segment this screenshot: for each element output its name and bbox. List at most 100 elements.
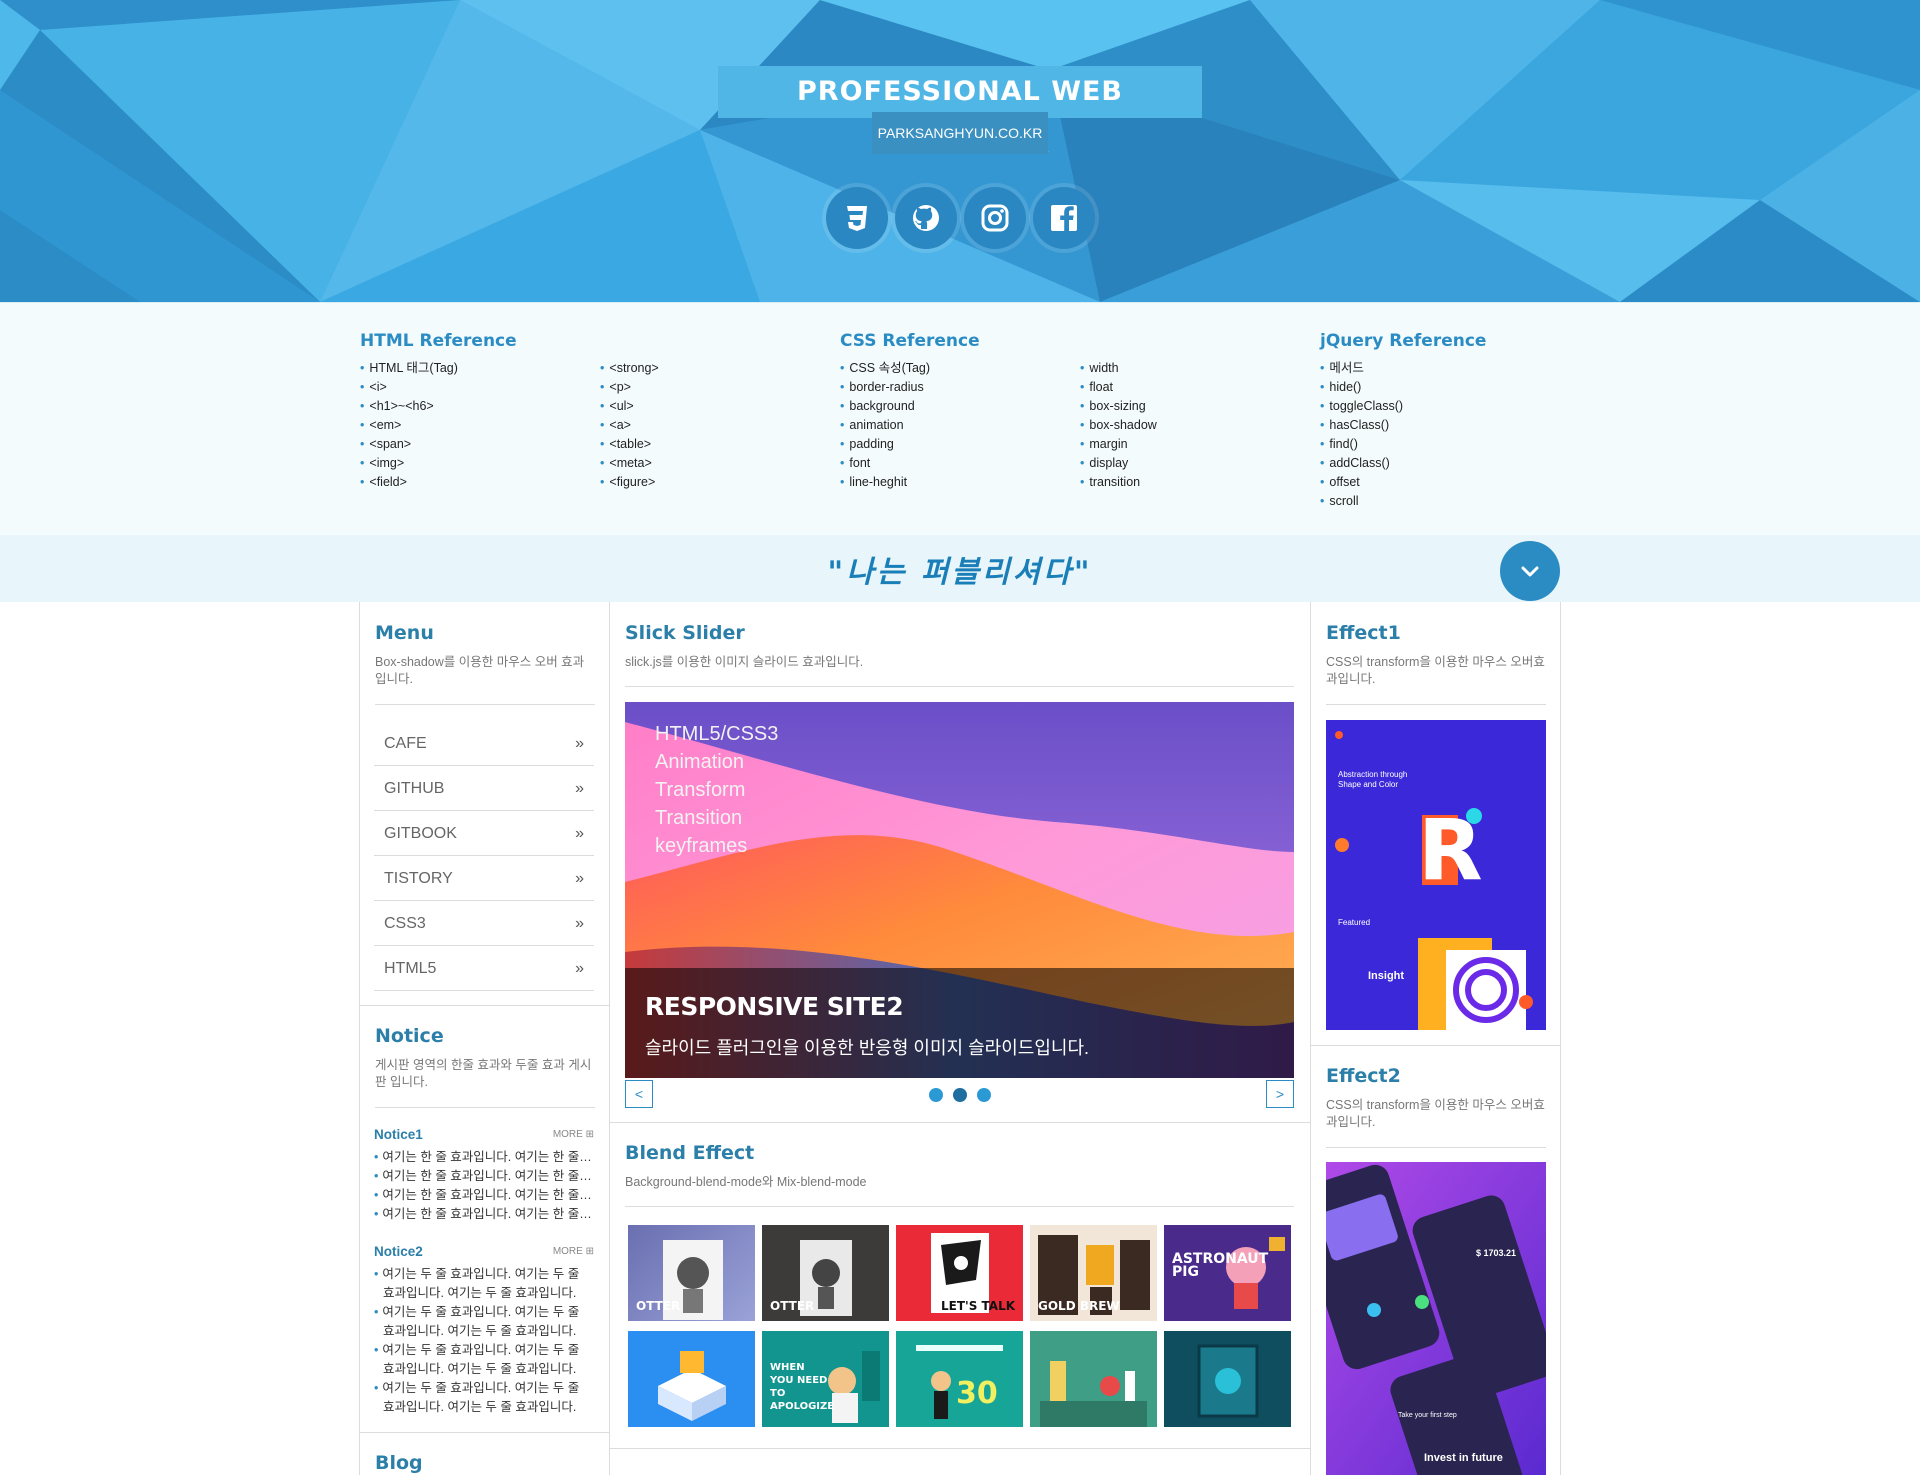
ref-item[interactable]: <em> <box>360 416 458 435</box>
slider-prev-button[interactable]: < <box>625 1080 653 1108</box>
image-slider[interactable]: HTML5/CSS3 Animation Transform Transitio… <box>625 702 1294 1078</box>
menu-item-tistory[interactable]: TISTORY » <box>374 856 594 901</box>
css3-icon[interactable] <box>826 187 888 249</box>
notice-item[interactable]: 여기는 한 줄 효과입니다. 여기는 한 줄 효과입니다. <box>374 1205 592 1224</box>
ref-item[interactable]: font <box>840 454 930 473</box>
ref-item[interactable]: <field> <box>360 473 458 492</box>
notice1-list: 여기는 한 줄 효과입니다. 여기는 한 줄 효과입니다. 여기는 한 줄 효과… <box>374 1148 592 1224</box>
slider-dot[interactable] <box>929 1088 943 1102</box>
ref-item[interactable]: HTML 태그(Tag) <box>360 359 458 378</box>
menu-item-gitbook[interactable]: GITBOOK » <box>374 811 594 856</box>
ref-item[interactable]: border-radius <box>840 378 930 397</box>
notice2-title[interactable]: Notice2 <box>374 1244 423 1259</box>
ref-item[interactable]: toggleClass() <box>1320 397 1403 416</box>
jquery-reference-list: 메서드 hide() toggleClass() hasClass() find… <box>1320 359 1403 511</box>
ref-item[interactable]: 메서드 <box>1320 359 1403 378</box>
blend-thumb-label: LET'S TALK <box>941 1299 1016 1313</box>
slider-dot-active[interactable] <box>953 1088 967 1102</box>
blend-thumb[interactable]: LET'S TALK <box>896 1225 1023 1321</box>
ref-item[interactable]: background <box>840 397 930 416</box>
ref-item[interactable]: <p> <box>600 378 659 397</box>
ref-item[interactable]: hide() <box>1320 378 1403 397</box>
chevron-down-icon <box>1521 566 1539 577</box>
ref-item[interactable]: padding <box>840 435 930 454</box>
slider-desc: slick.js를 이용한 이미지 슬라이드 효과입니다. <box>625 655 864 669</box>
blend-thumb[interactable]: 30 <box>896 1331 1023 1427</box>
effect1-image[interactable]: Abstraction through Shape and Color Feat… <box>1326 720 1546 1030</box>
effect1-img-featured: Featured <box>1338 918 1371 927</box>
ref-item[interactable]: display <box>1080 454 1157 473</box>
menu-item-html5[interactable]: HTML5 » <box>374 946 594 991</box>
ref-item[interactable]: addClass() <box>1320 454 1403 473</box>
blend-thumb[interactable] <box>1164 1331 1291 1427</box>
notice-item[interactable]: 여기는 두 줄 효과입니다. 여기는 두 줄 효과입니다. 여기는 두 줄 효과… <box>374 1303 592 1341</box>
menu-item-github[interactable]: GITHUB » <box>374 766 594 811</box>
effect1-desc: CSS의 transform을 이용한 마우스 오버효과입니다. <box>1326 655 1545 686</box>
ref-item[interactable]: offset <box>1320 473 1403 492</box>
center-column: Slick Slider slick.js를 이용한 이미지 슬라이드 효과입니… <box>610 602 1310 1475</box>
ref-item[interactable]: <table> <box>600 435 659 454</box>
slider-next-button[interactable]: > <box>1266 1080 1294 1108</box>
github-icon[interactable] <box>895 187 957 249</box>
slider-line: HTML5/CSS3 <box>655 723 779 745</box>
html-reference-list-1: HTML 태그(Tag) <i> <h1>~<h6> <em> <span> <… <box>360 359 458 492</box>
slider-caption-title: RESPONSIVE SITE2 <box>645 992 904 1021</box>
facebook-icon[interactable] <box>1033 187 1095 249</box>
ref-item[interactable]: <h1>~<h6> <box>360 397 458 416</box>
ref-item[interactable]: hasClass() <box>1320 416 1403 435</box>
ref-item[interactable]: <span> <box>360 435 458 454</box>
ref-item[interactable]: float <box>1080 378 1157 397</box>
ref-item[interactable]: <figure> <box>600 473 659 492</box>
domain-link[interactable]: PARKSANGHYUN.CO.KR <box>878 125 1043 141</box>
ref-item[interactable]: line-heghit <box>840 473 930 492</box>
ref-item[interactable]: <strong> <box>600 359 658 378</box>
blend-thumb[interactable]: WHEN YOU NEED TO APOLOGIZE <box>762 1331 889 1427</box>
ref-item[interactable]: find() <box>1320 435 1403 454</box>
notice-item[interactable]: 여기는 한 줄 효과입니다. 여기는 한 줄 효과입니다. <box>374 1186 592 1205</box>
notice-item[interactable]: 여기는 한 줄 효과입니다. 여기는 한 줄 효과입니다. <box>374 1148 592 1167</box>
ref-item[interactable]: box-sizing <box>1080 397 1157 416</box>
ref-item[interactable]: <img> <box>360 454 458 473</box>
css-reference-list-2: width float box-sizing box-shadow margin… <box>1080 359 1157 492</box>
ref-item[interactable]: margin <box>1080 435 1157 454</box>
blend-thumb[interactable] <box>628 1331 755 1427</box>
menu-desc: Box-shadow를 이용한 마우스 오버 효과입니다. <box>375 655 585 686</box>
menu-item-label: HTML5 <box>384 960 437 977</box>
section-separator <box>610 1448 1310 1449</box>
notice-item[interactable]: 여기는 두 줄 효과입니다. 여기는 두 줄 효과입니다. 여기는 두 줄 효과… <box>374 1379 592 1417</box>
blend-thumb[interactable] <box>1030 1331 1157 1427</box>
slider-dot[interactable] <box>977 1088 991 1102</box>
ref-item[interactable]: scroll <box>1320 492 1403 511</box>
blend-thumb[interactable]: OTTER <box>762 1225 889 1321</box>
blend-thumb[interactable]: ASTRONAUT PIG <box>1164 1225 1291 1321</box>
notice1-more-link[interactable]: MORE ⊞ <box>553 1129 594 1140</box>
ref-item[interactable]: <meta> <box>600 454 659 473</box>
section-separator <box>360 1432 609 1433</box>
ref-item[interactable]: transition <box>1080 473 1157 492</box>
section-separator <box>360 1005 609 1006</box>
menu-item-cafe[interactable]: CAFE » <box>374 721 594 766</box>
ref-item[interactable]: <a> <box>600 416 659 435</box>
effect2-image[interactable]: $ 1703.21 Take your first step Invest in… <box>1326 1162 1546 1475</box>
menu-item-label: CSS3 <box>384 915 426 932</box>
ref-item[interactable]: box-shadow <box>1080 416 1156 435</box>
ref-item[interactable]: <ul> <box>600 397 659 416</box>
instagram-icon[interactable] <box>964 187 1026 249</box>
notice-item[interactable]: 여기는 두 줄 효과입니다. 여기는 두 줄 효과입니다. 여기는 두 줄 효과… <box>374 1265 592 1303</box>
blend-desc: Background-blend-mode와 Mix-blend-mode <box>625 1175 867 1189</box>
ref-item[interactable]: CSS 속성(Tag) <box>840 359 930 378</box>
scroll-down-button[interactable] <box>1500 541 1560 601</box>
notice2-more-link[interactable]: MORE ⊞ <box>553 1246 594 1257</box>
domain-box[interactable]: PARKSANGHYUN.CO.KR <box>872 112 1048 154</box>
blend-thumb[interactable]: OTTER <box>628 1225 755 1321</box>
notice1-title[interactable]: Notice1 <box>374 1127 423 1142</box>
blend-thumb[interactable]: GOLD BREW <box>1030 1225 1157 1321</box>
menu-item-label: GITHUB <box>384 780 445 797</box>
notice-item[interactable]: 여기는 두 줄 효과입니다. 여기는 두 줄 효과입니다. 여기는 두 줄 효과… <box>374 1341 592 1379</box>
ref-item[interactable]: <i> <box>360 378 458 397</box>
ref-item[interactable]: animation <box>840 416 930 435</box>
menu-item-css3[interactable]: CSS3 » <box>374 901 594 946</box>
ref-item[interactable]: width <box>1080 359 1157 378</box>
notice-item[interactable]: 여기는 한 줄 효과입니다. 여기는 한 줄 효과입니다. <box>374 1167 592 1186</box>
notice2-list: 여기는 두 줄 효과입니다. 여기는 두 줄 효과입니다. 여기는 두 줄 효과… <box>374 1265 592 1417</box>
